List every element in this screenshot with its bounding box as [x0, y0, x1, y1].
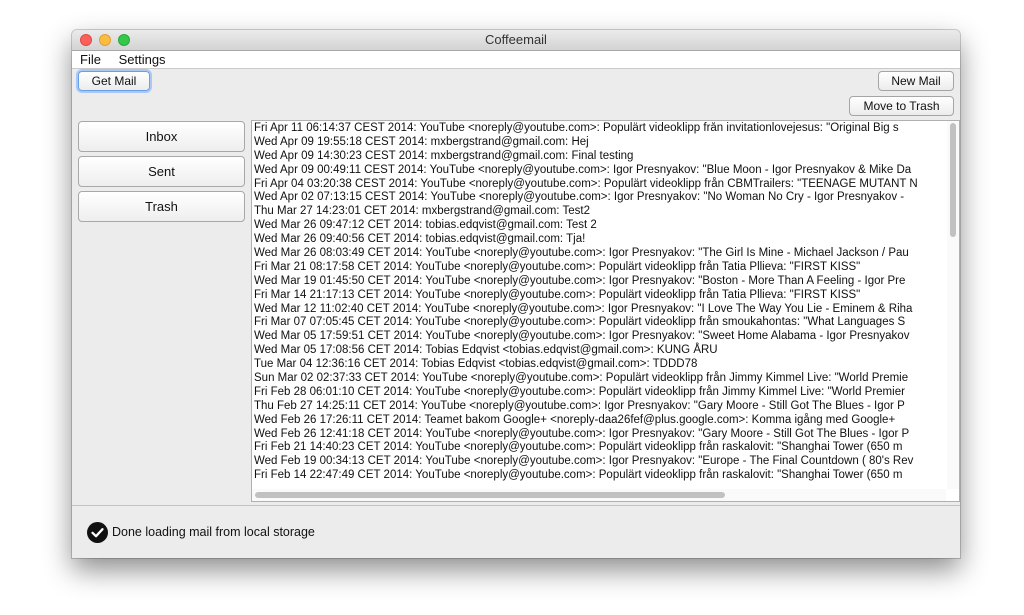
list-item[interactable]: Wed Mar 26 09:40:56 CET 2014: tobias.edq… [254, 233, 944, 247]
list-item[interactable]: Wed Mar 26 09:47:12 CET 2014: tobias.edq… [254, 219, 944, 233]
check-circle-icon [87, 522, 108, 543]
list-item[interactable]: Wed Apr 09 19:55:18 CEST 2014: mxbergstr… [254, 136, 944, 150]
menu-file[interactable]: File [72, 51, 107, 68]
list-item[interactable]: Fri Mar 21 08:17:58 CET 2014: YouTube <n… [254, 261, 944, 275]
list-item[interactable]: Wed Mar 05 17:08:56 CET 2014: Tobias Edq… [254, 344, 944, 358]
list-item[interactable]: Wed Feb 26 17:26:11 CET 2014: Teamet bak… [254, 414, 944, 428]
list-item[interactable]: Thu Mar 27 14:23:01 CET 2014: mxbergstra… [254, 205, 944, 219]
list-item[interactable]: Wed Feb 26 12:41:18 CET 2014: YouTube <n… [254, 428, 944, 442]
list-item[interactable]: Tue Mar 04 12:36:16 CET 2014: Tobias Edq… [254, 358, 944, 372]
list-item[interactable]: Wed Mar 12 11:02:40 CET 2014: YouTube <n… [254, 303, 944, 317]
list-item[interactable]: Wed Mar 05 17:59:51 CET 2014: YouTube <n… [254, 330, 944, 344]
list-item[interactable]: Sun Mar 02 02:37:33 CET 2014: YouTube <n… [254, 372, 944, 386]
new-mail-button[interactable]: New Mail [878, 71, 954, 91]
title-bar: Coffeemail [72, 30, 960, 51]
list-item[interactable]: Fri Apr 04 03:20:38 CEST 2014: YouTube <… [254, 178, 944, 192]
status-bar: Done loading mail from local storage [72, 505, 960, 558]
sidebar-item-trash[interactable]: Trash [78, 191, 245, 222]
vertical-scroll-thumb[interactable] [950, 123, 956, 237]
sidebar-item-sent[interactable]: Sent [78, 156, 245, 187]
list-item[interactable]: Fri Mar 07 07:05:45 CET 2014: YouTube <n… [254, 316, 944, 330]
status-text: Done loading mail from local storage [112, 525, 315, 539]
mail-list[interactable]: Fri Apr 11 06:14:37 CEST 2014: YouTube <… [254, 122, 944, 488]
list-item[interactable]: Fri Feb 21 14:40:23 CET 2014: YouTube <n… [254, 441, 944, 455]
list-item[interactable]: Wed Mar 19 01:45:50 CET 2014: YouTube <n… [254, 275, 944, 289]
close-window-button[interactable] [80, 34, 92, 46]
list-item[interactable]: Fri Mar 14 21:17:13 CET 2014: YouTube <n… [254, 289, 944, 303]
list-item[interactable]: Fri Apr 11 06:14:37 CEST 2014: YouTube <… [254, 122, 944, 136]
horizontal-scrollbar[interactable] [252, 489, 946, 501]
window-title: Coffeemail [485, 32, 547, 47]
list-item[interactable]: Wed Mar 26 08:03:49 CET 2014: YouTube <n… [254, 247, 944, 261]
vertical-scrollbar[interactable] [947, 121, 959, 489]
minimize-window-button[interactable] [99, 34, 111, 46]
list-item[interactable]: Wed Apr 09 14:30:23 CEST 2014: mxbergstr… [254, 150, 944, 164]
list-item[interactable]: Wed Apr 02 07:13:15 CEST 2014: YouTube <… [254, 191, 944, 205]
list-item[interactable]: Wed Apr 09 00:49:11 CEST 2014: YouTube <… [254, 164, 944, 178]
menu-bar: File Settings [72, 51, 960, 69]
move-to-trash-button[interactable]: Move to Trash [849, 96, 954, 116]
sidebar-item-inbox[interactable]: Inbox [78, 121, 245, 152]
horizontal-scroll-thumb[interactable] [255, 492, 725, 498]
menu-settings[interactable]: Settings [111, 51, 172, 68]
mail-list-panel: Fri Apr 11 06:14:37 CEST 2014: YouTube <… [251, 120, 960, 502]
list-item[interactable]: Fri Feb 14 22:47:49 CET 2014: YouTube <n… [254, 469, 944, 483]
list-item[interactable]: Wed Feb 19 00:34:13 CET 2014: YouTube <n… [254, 455, 944, 469]
get-mail-button[interactable]: Get Mail [78, 71, 150, 91]
app-window: Coffeemail File Settings Get Mail New Ma… [72, 30, 960, 558]
list-item[interactable]: Thu Feb 27 14:25:11 CET 2014: YouTube <n… [254, 400, 944, 414]
list-item[interactable]: Fri Feb 28 06:01:10 CET 2014: YouTube <n… [254, 386, 944, 400]
maximize-window-button[interactable] [118, 34, 130, 46]
